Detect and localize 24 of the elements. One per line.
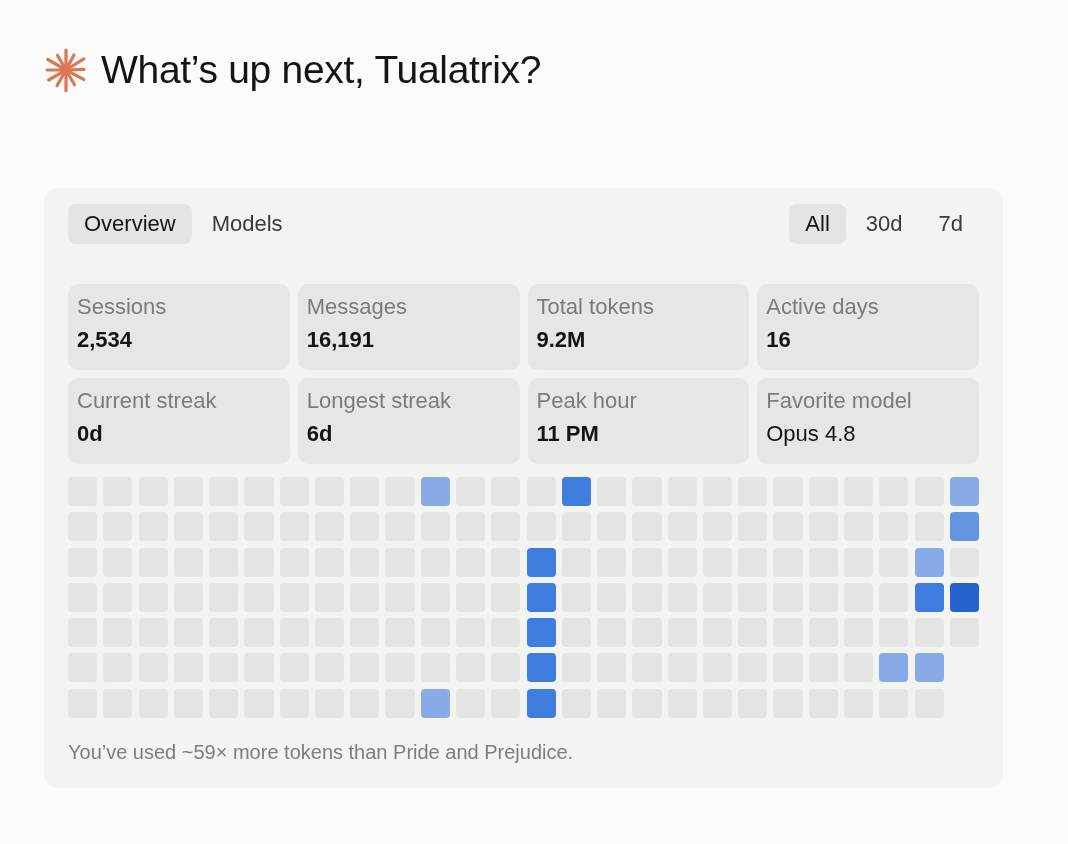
range-tab[interactable]: 7d xyxy=(922,204,979,244)
stat-label: Total tokens xyxy=(536,294,655,320)
stat-value: 11 PM xyxy=(536,420,600,448)
stat-label: Sessions xyxy=(77,294,168,320)
range-tab[interactable]: 30d xyxy=(849,204,919,244)
stat-value: 6d xyxy=(306,420,334,448)
stat-value: 9.2M xyxy=(536,326,587,354)
stat-value: 16,191 xyxy=(306,326,376,354)
stat-label: Peak hour xyxy=(536,388,638,414)
stat-label: Favorite model xyxy=(766,388,913,414)
view-tab[interactable]: Models xyxy=(195,204,299,244)
greeting-heading: What’s up next, Tualatrix? xyxy=(101,48,542,92)
stat-value: 16 xyxy=(766,326,792,354)
view-tab[interactable]: Overview xyxy=(68,204,192,244)
asterisk-logo-icon xyxy=(44,48,88,92)
range-tab[interactable]: All xyxy=(789,204,846,244)
stat-value: 0d xyxy=(77,420,104,448)
stat-label: Longest streak xyxy=(306,388,453,414)
stat-label: Current streak xyxy=(77,388,218,414)
stat-value: 2,534 xyxy=(77,326,134,354)
stat-label: Messages xyxy=(306,294,409,320)
stat-label: Active days xyxy=(766,294,880,320)
stat-value: Opus 4.8 xyxy=(766,420,857,448)
token-comparison-note: You’ve used ~59× more tokens than Pride and Prejudice. xyxy=(68,739,575,764)
